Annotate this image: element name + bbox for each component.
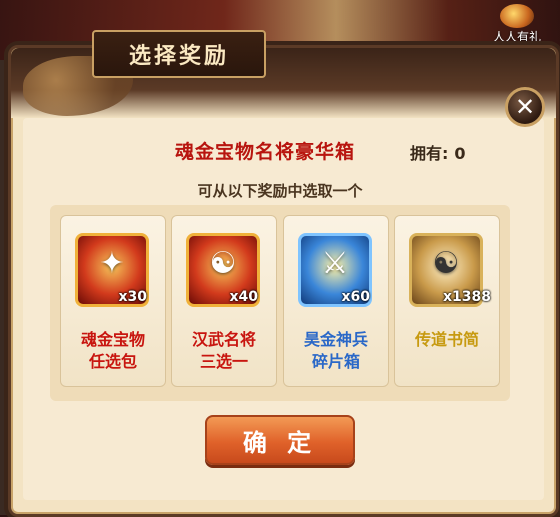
reward-name-line1: 魂金宝物 xyxy=(80,330,145,349)
reward-card-weapon-shard-box[interactable]: ⚔ x60 昊金神兵 碎片箱 xyxy=(283,215,389,387)
confirm-button[interactable]: 确 定 xyxy=(205,415,355,465)
reward-card-general-pick[interactable]: ☯ x40 汉武名将 三选一 xyxy=(171,215,277,387)
reward-label: 传道书简 xyxy=(395,329,499,351)
reward-label: 昊金神兵 碎片箱 xyxy=(284,329,388,373)
owned-label: 拥有: xyxy=(410,144,449,163)
reward-card-scroll[interactable]: ☯ x1388 传道书简 xyxy=(394,215,500,387)
reward-name-line2: 碎片箱 xyxy=(311,352,360,371)
reward-name-line1: 传道书简 xyxy=(414,330,479,349)
owned-count: 拥有: 0 xyxy=(410,140,466,164)
dialog-title: 选择奖励 xyxy=(92,30,266,78)
gift-event-badge[interactable]: 人人有礼 xyxy=(482,4,552,44)
reward-name-line2: 三选一 xyxy=(199,352,248,371)
close-icon: ✕ xyxy=(514,93,536,121)
owned-number: 0 xyxy=(454,144,466,163)
reward-name-line1: 昊金神兵 xyxy=(303,330,368,349)
reward-name-line1: 汉武名将 xyxy=(191,330,256,349)
reward-label: 汉武名将 三选一 xyxy=(172,329,276,373)
gift-event-label: 人人有礼 xyxy=(492,30,541,44)
reward-card-treasure-pack[interactable]: ✦ x30 魂金宝物 任选包 xyxy=(60,215,166,387)
reward-label: 魂金宝物 任选包 xyxy=(61,329,165,373)
chest-name: 魂金宝物名将豪华箱 xyxy=(175,141,356,163)
reward-instruction: 可从以下奖励中选取一个 xyxy=(197,182,363,200)
treasure-chest-icon xyxy=(500,4,534,28)
close-button[interactable]: ✕ xyxy=(505,87,545,127)
reward-name-line2: 任选包 xyxy=(88,352,137,371)
